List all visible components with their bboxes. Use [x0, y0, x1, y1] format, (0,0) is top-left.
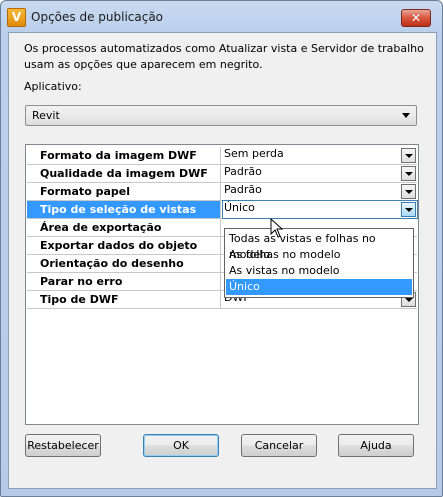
property-value: Padrão [224, 165, 262, 178]
app-icon: V [7, 8, 26, 27]
dropdown-option[interactable]: Todas as vistas e folhas no modelo [226, 231, 412, 261]
description-text: Os processos automatizados como Atualiza… [24, 42, 424, 71]
property-row[interactable]: Formato papel Padrão [27, 183, 417, 201]
application-select-value: Revit [32, 109, 60, 122]
dialog-body: Os processos automatizados como Atualiza… [8, 32, 437, 489]
property-name: Tipo de DWF [27, 291, 221, 308]
reset-button[interactable]: Restabelecer [25, 434, 101, 457]
dropdown-arrow-icon[interactable] [401, 184, 416, 199]
dropdown-arrow-icon[interactable] [401, 148, 416, 163]
dropdown-option[interactable]: As vistas no modelo [226, 263, 412, 279]
property-name: Exportar dados do objeto [27, 237, 221, 254]
property-name: Parar no erro [27, 273, 221, 290]
dialog-title: Opções de publicação [31, 10, 164, 24]
help-button[interactable]: Ajuda [338, 434, 414, 457]
property-name: Tipo de seleção de vistas [27, 201, 221, 218]
property-value: Sem perda [224, 147, 284, 160]
property-name: Qualidade da imagem DWF [27, 165, 221, 182]
property-name: Formato papel [27, 183, 221, 200]
chevron-down-icon [402, 113, 410, 118]
dropdown-arrow-icon[interactable] [401, 166, 416, 181]
cancel-button[interactable]: Cancelar [241, 434, 317, 457]
property-row-selected[interactable]: Tipo de seleção de vistas Único [27, 200, 418, 219]
property-value: Único [224, 201, 255, 214]
property-name: Área de exportação [27, 219, 221, 236]
application-select[interactable]: Revit [25, 105, 417, 126]
title-bar[interactable]: V Opções de publicação ✕ [1, 1, 442, 35]
close-button[interactable]: ✕ [401, 9, 431, 27]
property-name: Formato da imagem DWF [27, 147, 221, 164]
mouse-cursor-icon [270, 217, 284, 238]
property-value: Padrão [224, 183, 262, 196]
property-row[interactable]: Qualidade da imagem DWF Padrão [27, 165, 417, 183]
dropdown-option[interactable]: As folhas no modelo [226, 247, 412, 263]
view-selection-dropdown-list: Todas as vistas e folhas no modelo As fo… [224, 228, 414, 298]
application-label: Aplicativo: [24, 80, 82, 93]
ok-button[interactable]: OK [143, 434, 219, 457]
dropdown-option-selected[interactable]: Único [226, 279, 412, 295]
dropdown-arrow-icon[interactable] [401, 202, 416, 217]
property-name: Orientação do desenho [27, 255, 221, 272]
dialog-window: V Opções de publicação ✕ Os processos au… [0, 0, 443, 497]
property-row[interactable]: Formato da imagem DWF Sem perda [27, 147, 417, 165]
